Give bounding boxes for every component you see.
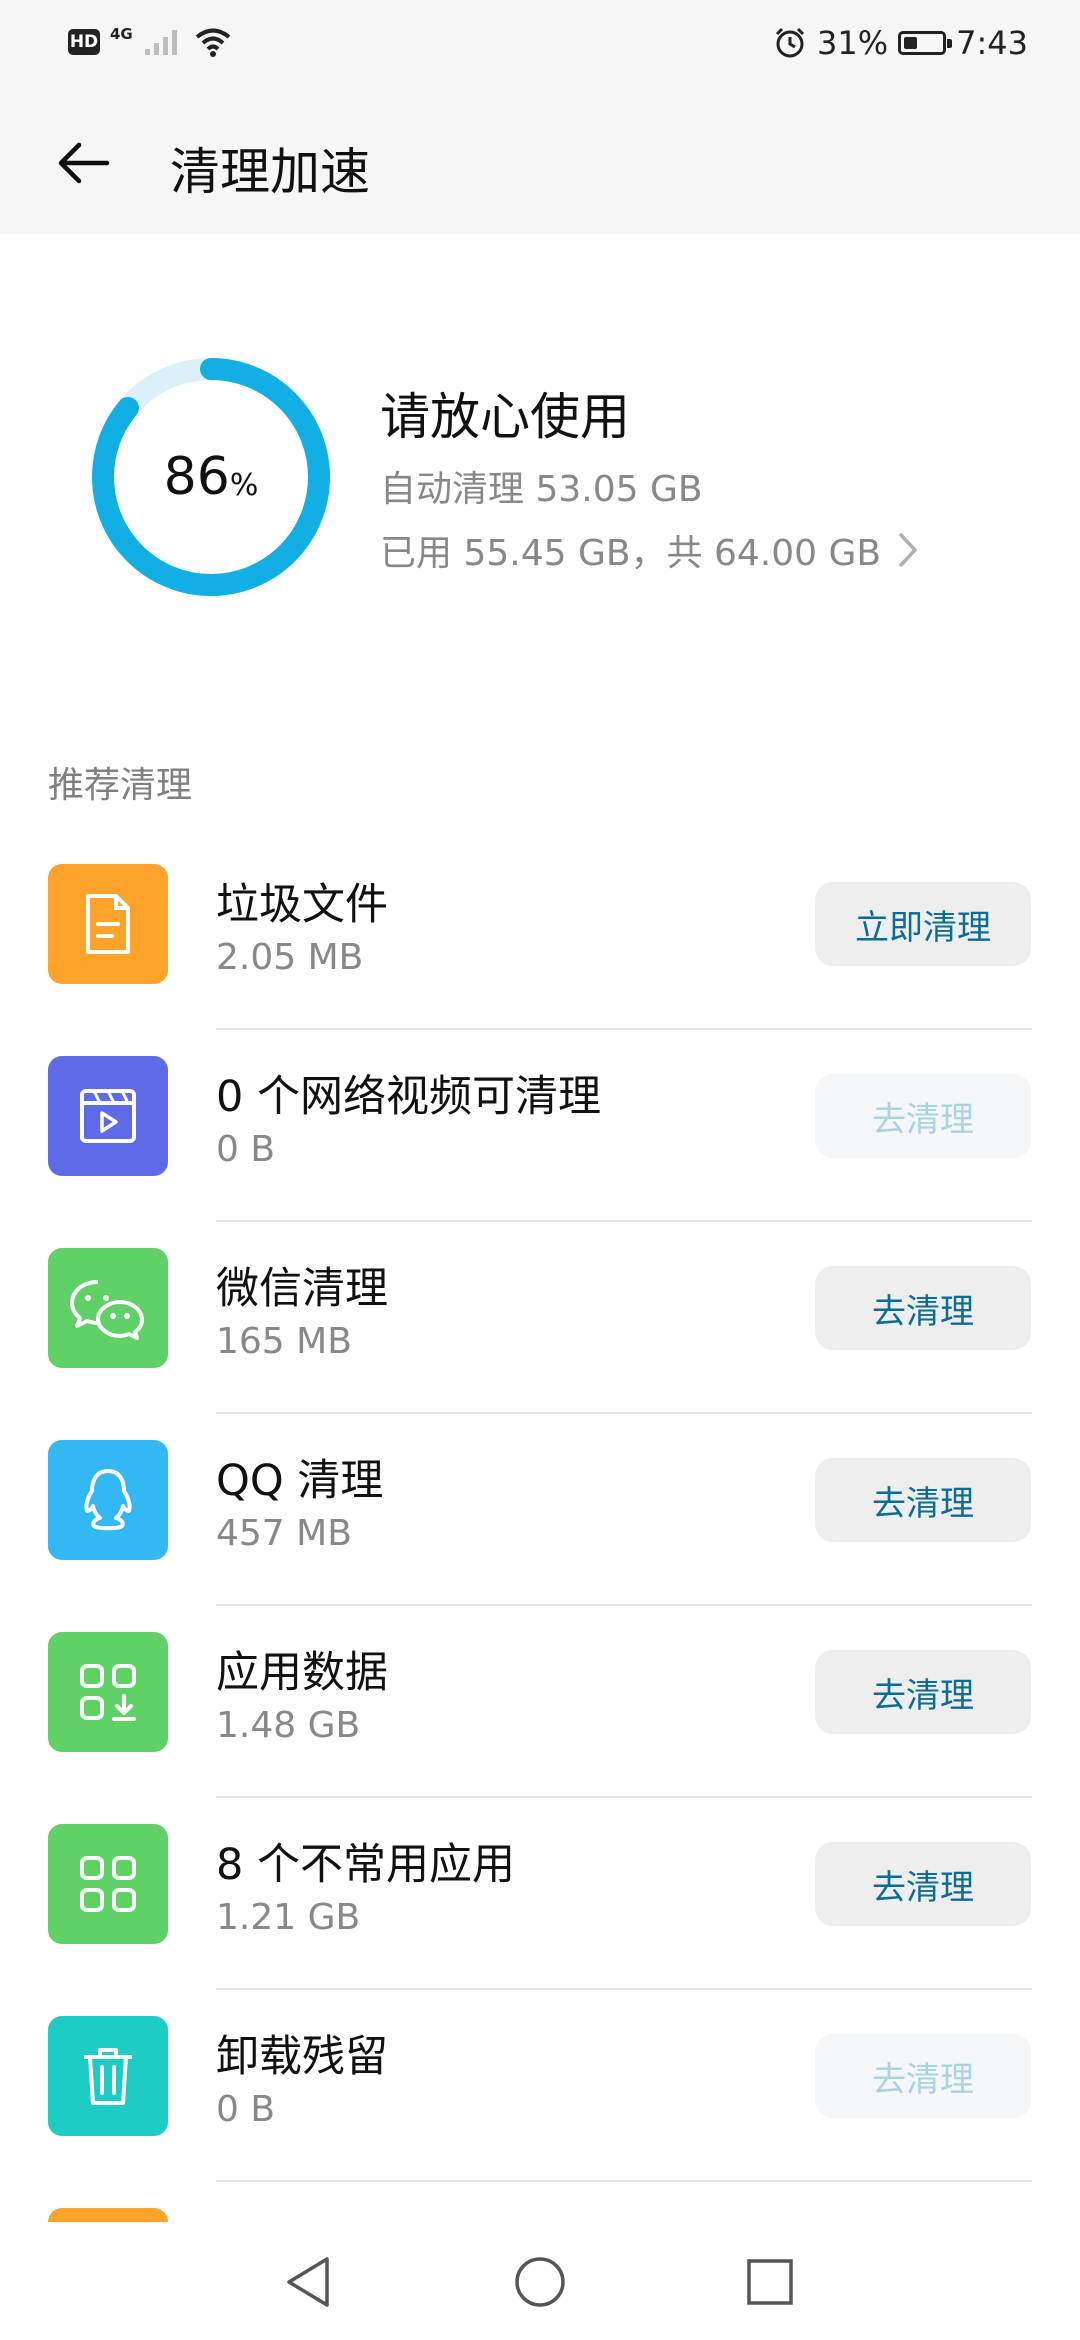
storage-summary: 86 % 请放心使用 自动清理 53.05 GB 已用 55.45 GB，共 6… <box>0 234 1080 694</box>
trash-icon <box>48 2016 168 2136</box>
battery-percent: 31% <box>817 24 889 62</box>
item-size: 165 MB <box>216 1321 352 1362</box>
item-size: 0 B <box>216 2089 276 2130</box>
ring-percent-unit: % <box>229 467 259 503</box>
recents-square-icon <box>747 2259 793 2305</box>
item-title: 微信清理 <box>216 1264 388 1314</box>
cleanup-list: 垃圾文件 2.05 MB 立即清理 0 个网络视频可清理 0 B 去清理 微信清… <box>0 838 1080 2182</box>
apps-grid-icon <box>48 1824 168 1944</box>
page-title: 清理加速 <box>170 143 370 201</box>
status-right: 31% 7:43 <box>773 24 1028 62</box>
storage-usage-link[interactable]: 已用 55.45 GB，共 64.00 GB <box>380 524 919 576</box>
partial-item-icon <box>48 2208 168 2222</box>
clean-button[interactable]: 去清理 <box>815 2034 1031 2118</box>
divider <box>216 2180 1032 2182</box>
item-title: 8 个不常用应用 <box>216 1840 516 1890</box>
status-bar: HD 4G 31% 7:43 <box>0 0 1080 92</box>
clean-button[interactable]: 去清理 <box>815 1650 1031 1734</box>
app-bar: 清理加速 <box>0 92 1080 234</box>
app-data-icon <box>48 1632 168 1752</box>
list-item[interactable]: 垃圾文件 2.05 MB 立即清理 <box>0 838 1080 1030</box>
list-item[interactable]: 应用数据 1.48 GB 去清理 <box>0 1606 1080 1798</box>
home-circle-icon <box>515 2257 565 2307</box>
clock: 7:43 <box>956 24 1028 62</box>
list-item[interactable]: 卸载残留 0 B 去清理 <box>0 1990 1080 2182</box>
status-left: HD 4G <box>68 25 233 58</box>
qq-icon <box>48 1440 168 1560</box>
item-size: 1.21 GB <box>216 1897 361 1938</box>
document-icon <box>48 864 168 984</box>
section-header: 推荐清理 <box>48 765 193 806</box>
item-title: 应用数据 <box>216 1648 388 1698</box>
ring-label: 86 % <box>86 352 336 602</box>
network-type: 4G <box>110 25 133 43</box>
clean-button[interactable]: 去清理 <box>815 1458 1031 1542</box>
clean-button[interactable]: 去清理 <box>815 1842 1031 1926</box>
back-button[interactable] <box>50 130 116 196</box>
ring-percent-value: 86 <box>163 447 230 507</box>
wechat-icon <box>48 1248 168 1368</box>
storage-ring[interactable]: 86 % <box>86 352 336 602</box>
list-item[interactable]: 0 个网络视频可清理 0 B 去清理 <box>0 1030 1080 1222</box>
nav-back-button[interactable] <box>278 2252 338 2312</box>
signal-icon <box>144 30 177 55</box>
summary-title: 请放心使用 <box>380 388 630 446</box>
navigation-bar <box>0 2222 1080 2340</box>
item-size: 2.05 MB <box>216 937 364 978</box>
list-item[interactable]: 8 个不常用应用 1.21 GB 去清理 <box>0 1798 1080 1990</box>
back-triangle-icon <box>287 2257 329 2307</box>
item-size: 1.48 GB <box>216 1705 361 1746</box>
auto-clean-text: 自动清理 53.05 GB <box>380 469 703 510</box>
clean-now-button[interactable]: 立即清理 <box>815 882 1031 966</box>
battery-fill <box>904 37 918 49</box>
back-arrow-icon <box>58 142 110 184</box>
nav-home-button[interactable] <box>510 2252 570 2312</box>
clean-button[interactable]: 去清理 <box>815 1266 1031 1350</box>
battery-icon <box>898 31 953 55</box>
wifi-icon <box>195 28 231 57</box>
item-title: 0 个网络视频可清理 <box>216 1072 602 1122</box>
item-title: 卸载残留 <box>216 2032 388 2082</box>
list-item[interactable]: 微信清理 165 MB 去清理 <box>0 1222 1080 1414</box>
item-size: 0 B <box>216 1129 276 1170</box>
item-title: 垃圾文件 <box>216 880 388 930</box>
alarm-icon <box>775 27 805 58</box>
hd-badge: HD <box>68 29 100 55</box>
item-title: QQ 清理 <box>216 1456 384 1506</box>
chevron-right-icon <box>897 531 919 569</box>
storage-usage-text: 已用 55.45 GB，共 64.00 GB <box>380 533 882 574</box>
list-item[interactable]: QQ 清理 457 MB 去清理 <box>0 1414 1080 1606</box>
video-icon <box>48 1056 168 1176</box>
item-size: 457 MB <box>216 1513 352 1554</box>
nav-recents-button[interactable] <box>740 2252 800 2312</box>
clean-button[interactable]: 去清理 <box>815 1074 1031 1158</box>
